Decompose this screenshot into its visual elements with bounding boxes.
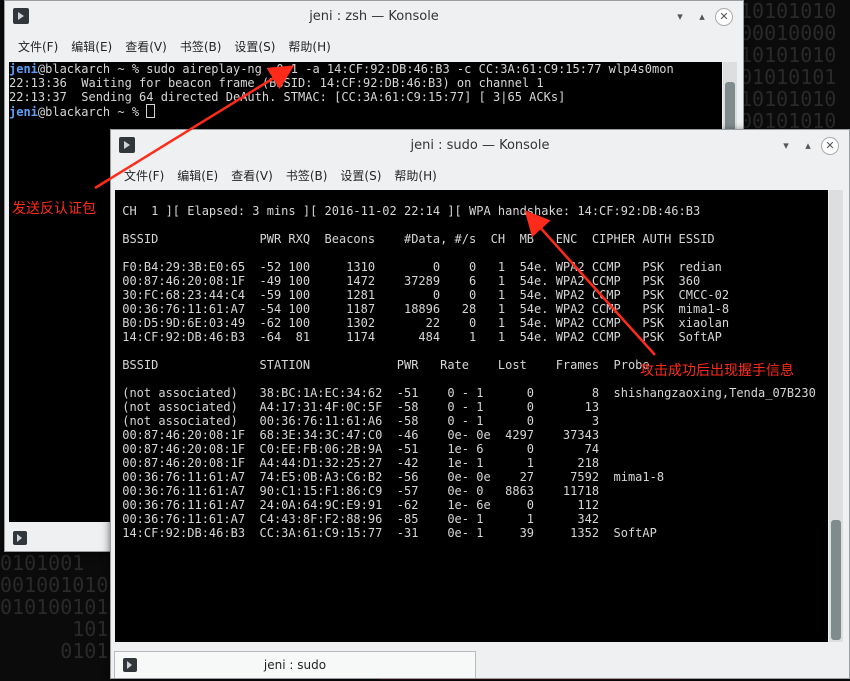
- arrow-deauth: [94, 65, 295, 190]
- annotation-arrows: [94, 65, 656, 356]
- arrow-handshake: [524, 210, 656, 356]
